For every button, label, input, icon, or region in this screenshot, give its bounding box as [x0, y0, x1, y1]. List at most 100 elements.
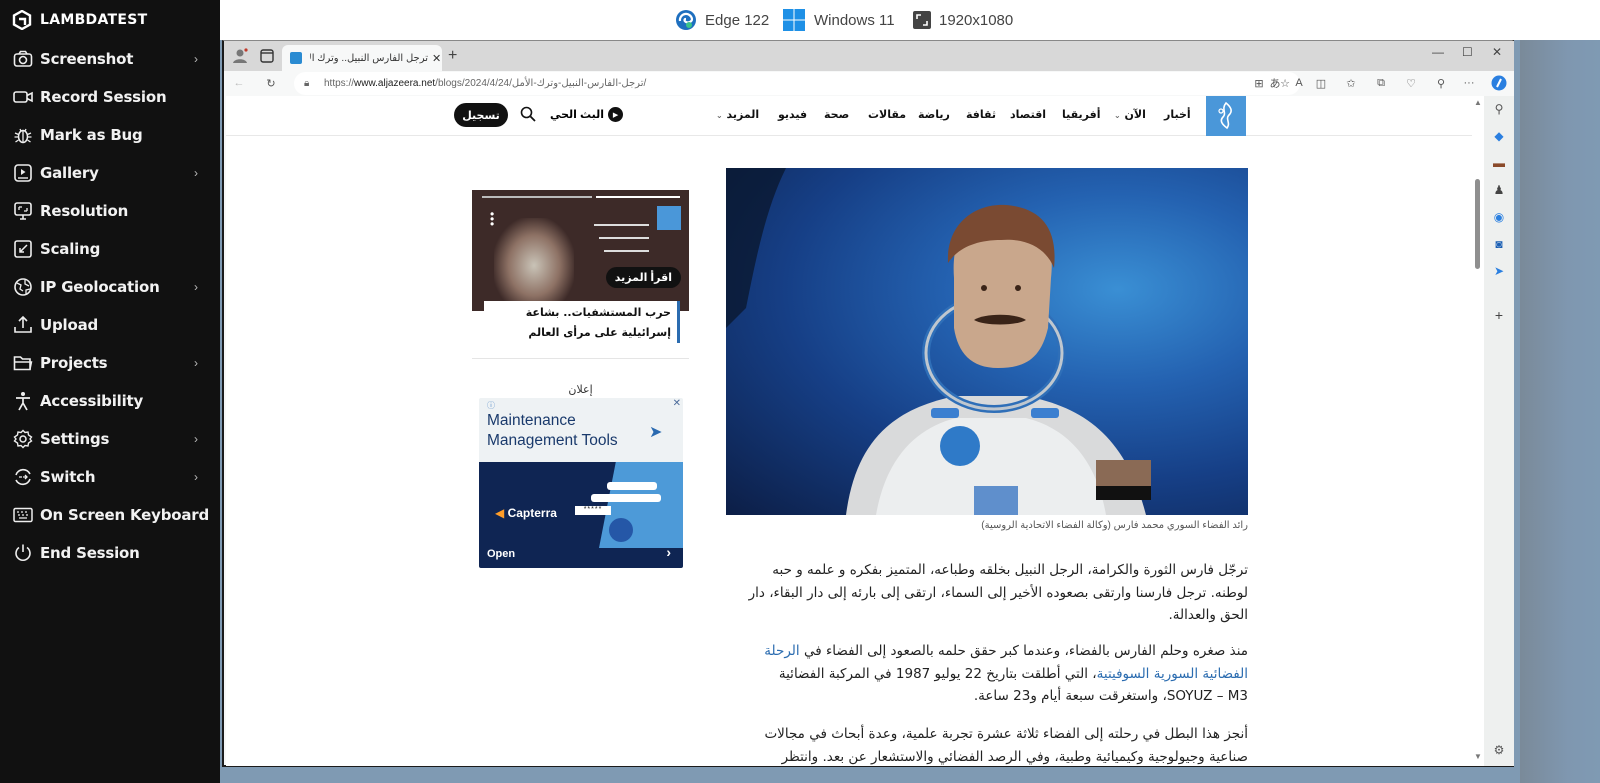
- nav-item-video[interactable]: فيديو: [778, 108, 807, 121]
- games-icon[interactable]: ♟: [1491, 182, 1507, 198]
- sidebar-item-resolution[interactable]: Resolution: [0, 192, 220, 230]
- nav-item-sports[interactable]: رياضة: [918, 108, 950, 121]
- globe-icon: [12, 276, 34, 298]
- sidebar-item-label: Projects: [40, 354, 108, 372]
- related-video-card[interactable]: • • • اقرأ المزيد: [472, 190, 689, 311]
- split-screen-icon[interactable]: ◫: [1312, 74, 1330, 92]
- favorites-icon[interactable]: ✩: [1342, 74, 1360, 92]
- refresh-icon[interactable]: ↻: [262, 74, 280, 92]
- new-tab-button[interactable]: +: [448, 47, 457, 65]
- sidebar-item-label: Accessibility: [40, 392, 144, 410]
- lambdatest-logo: LAMBDATEST: [12, 8, 147, 32]
- add-icon[interactable]: +: [1491, 307, 1507, 323]
- minimize-button[interactable]: —: [1432, 45, 1444, 59]
- address-bar[interactable]: 🔒︎ https://www.aljazeera.net/blogs/2024/…: [294, 72, 1303, 95]
- close-tab-icon[interactable]: ✕: [432, 52, 441, 65]
- sidebar-item-on-screen-keyboard[interactable]: On Screen Keyboard: [0, 496, 220, 534]
- sidebar-item-label: Resolution: [40, 202, 129, 220]
- chevron-down-icon: ⌄: [1114, 111, 1121, 120]
- live-stream-link[interactable]: ▶ البث الحي: [550, 107, 624, 122]
- sidebar-item-label: Record Session: [40, 88, 167, 106]
- ad-info-icon[interactable]: ⓘ: [487, 400, 495, 411]
- ad-headline: Maintenance Management Tools: [487, 412, 618, 449]
- sidebar-item-switch[interactable]: Switch ›: [0, 458, 220, 496]
- nav-item-culture[interactable]: ثقافة: [966, 108, 996, 121]
- nav-item-more[interactable]: المزيد ⌄: [716, 108, 759, 121]
- shopping-tag-icon[interactable]: ◆: [1491, 128, 1507, 144]
- sidebar-item-screenshot[interactable]: Screenshot ›: [0, 40, 220, 78]
- related-article-title[interactable]: حرب المستشفيات.. بشاعة إسرائيلية على مرأ…: [484, 301, 680, 343]
- search-icon[interactable]: [520, 106, 536, 127]
- resolution-info: 1920x1080: [913, 8, 1013, 32]
- upload-icon: [12, 314, 34, 336]
- collections-icon[interactable]: ⧉: [1372, 74, 1390, 92]
- gear-icon: [12, 428, 34, 450]
- ad-open-button[interactable]: Open: [487, 548, 515, 560]
- sidebar-item-end-session[interactable]: End Session: [0, 534, 220, 572]
- microsoft-365-icon[interactable]: ◉: [1491, 209, 1507, 225]
- nav-item-news[interactable]: أخبار: [1164, 108, 1191, 121]
- section-divider: [472, 358, 689, 359]
- os-version: Windows 11: [814, 11, 895, 29]
- chevron-right-icon[interactable]: ›: [666, 544, 671, 560]
- app-available-icon[interactable]: ⊞: [1250, 74, 1268, 92]
- browser-info: Edge 122: [675, 8, 769, 32]
- chevron-right-icon: ›: [194, 52, 198, 66]
- chevron-down-icon: ⌄: [716, 111, 723, 120]
- resolution-value: 1920x1080: [939, 11, 1014, 29]
- chevron-right-icon: ›: [194, 166, 198, 180]
- astronaut-illustration: [726, 168, 1151, 515]
- scaling-icon: [12, 238, 34, 260]
- nav-item-health[interactable]: صحة: [824, 108, 849, 121]
- sidebar-item-gallery[interactable]: Gallery ›: [0, 154, 220, 192]
- sidebar-item-accessibility[interactable]: Accessibility: [0, 382, 220, 420]
- sidebar-item-upload[interactable]: Upload: [0, 306, 220, 344]
- sidebar-item-label: Gallery: [40, 164, 99, 182]
- aljazeera-logo[interactable]: [1206, 96, 1246, 136]
- outlook-icon[interactable]: ◙: [1491, 236, 1507, 252]
- sidebar-item-label: Screenshot: [40, 50, 134, 68]
- sidebar-item-mark-as-bug[interactable]: Mark as Bug: [0, 116, 220, 154]
- scrollbar-thumb[interactable]: [1475, 179, 1480, 269]
- settings-gear-icon[interactable]: ⚙: [1491, 742, 1507, 758]
- signup-button[interactable]: تسجيل: [454, 103, 508, 127]
- accessibility-icon: [12, 390, 34, 412]
- sidebar-item-ip-geolocation[interactable]: IP Geolocation ›: [0, 268, 220, 306]
- page-scrollbar[interactable]: ▲ ▼: [1472, 96, 1484, 766]
- scroll-down-arrow-icon[interactable]: ▼: [1474, 752, 1482, 761]
- tools-icon[interactable]: ▬: [1491, 155, 1507, 171]
- extensions-icon[interactable]: ⚲: [1432, 74, 1450, 92]
- drop-icon[interactable]: ➤: [1491, 263, 1507, 279]
- tab-actions-icon[interactable]: [260, 49, 274, 68]
- chevron-right-icon: ›: [194, 280, 198, 294]
- close-window-button[interactable]: ✕: [1492, 45, 1502, 59]
- advertisement[interactable]: ⓘ ✕ Maintenance Management Tools ➤ *****…: [479, 398, 683, 568]
- article-paragraph: ترجّل فارس الثورة والكرامة، الرجل النبيل…: [748, 562, 1248, 623]
- scroll-up-arrow-icon[interactable]: ▲: [1474, 98, 1482, 107]
- ad-close-icon[interactable]: ✕: [673, 398, 681, 409]
- maximize-button[interactable]: ☐: [1462, 45, 1473, 59]
- tab-strip: ترجل الفارس النبيل.. وترك الأمل | ال ✕ +…: [224, 41, 1514, 71]
- nav-item-economy[interactable]: اقتصاد: [1010, 108, 1046, 121]
- browser-essentials-icon[interactable]: ♡: [1402, 74, 1420, 92]
- sidebar-item-record-session[interactable]: Record Session: [0, 78, 220, 116]
- tab-active[interactable]: ترجل الفارس النبيل.. وترك الأمل | ال ✕: [282, 45, 442, 71]
- power-icon: [12, 542, 34, 564]
- nav-item-africa[interactable]: أفريقيا: [1062, 108, 1100, 121]
- ad-field-graphic: [591, 494, 661, 502]
- session-info-bar: Edge 122 Windows 11 1920x1080: [220, 0, 1600, 40]
- thumbnail-text-line: [604, 250, 649, 252]
- sidebar-item-projects[interactable]: Projects ›: [0, 344, 220, 382]
- search-icon[interactable]: ⚲: [1491, 101, 1507, 117]
- lock-icon[interactable]: 🔒︎: [304, 78, 309, 89]
- profile-icon[interactable]: [232, 48, 248, 69]
- copilot-icon[interactable]: [1490, 74, 1508, 92]
- favorite-star-icon[interactable]: ☆: [1276, 74, 1294, 92]
- nav-item-articles[interactable]: مقالات: [868, 108, 906, 121]
- nav-item-now[interactable]: الآن ⌄: [1114, 108, 1146, 121]
- sidebar-item-settings[interactable]: Settings ›: [0, 420, 220, 458]
- back-icon[interactable]: ←: [230, 74, 248, 92]
- read-more-button[interactable]: اقرأ المزيد: [605, 267, 681, 288]
- more-options-icon[interactable]: ···: [1460, 74, 1478, 92]
- sidebar-item-scaling[interactable]: Scaling: [0, 230, 220, 268]
